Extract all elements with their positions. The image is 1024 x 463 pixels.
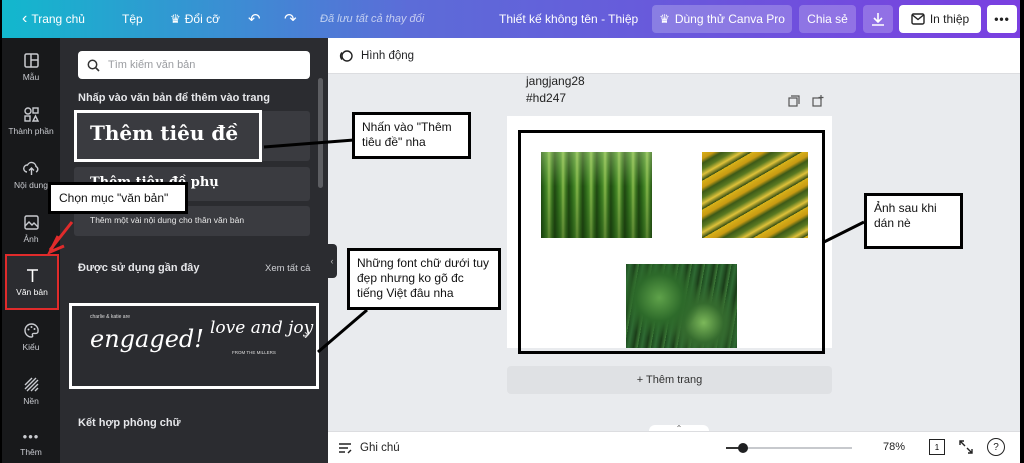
rail-label: Nội dung <box>13 180 49 190</box>
rail-item-styles[interactable]: Kiểu <box>2 308 60 366</box>
chevron-left-icon: ‹ <box>22 10 28 27</box>
page-count-button[interactable]: 1 <box>929 439 945 455</box>
bottom-bar: Ghi chú 78% 1 ? <box>328 431 1020 463</box>
photo-icon <box>23 215 39 230</box>
try-pro-label: Dùng thử Canva Pro <box>674 12 785 26</box>
share-button[interactable]: Chia sẻ <box>799 5 856 33</box>
print-envelope-icon <box>911 13 925 25</box>
animate-button[interactable]: Hình động <box>361 50 414 62</box>
callout-image-after: Ảnh sau khi dán nè <box>864 193 963 249</box>
print-button[interactable]: In thiệp <box>899 5 981 33</box>
notes-button[interactable]: Ghi chú <box>338 432 400 463</box>
rail-item-elements[interactable]: Thành phần <box>2 92 60 150</box>
duplicate-page-icon[interactable] <box>788 95 800 107</box>
heading-highlight-box <box>74 110 262 162</box>
home-link[interactable]: ‹ Trang chủ <box>22 0 85 38</box>
add-page-button[interactable]: + Thêm trang <box>507 366 832 394</box>
bamboo-forest-image[interactable] <box>541 152 652 238</box>
chevron-right-icon[interactable]: › <box>304 326 309 343</box>
click-to-add-title: Nhấp vào văn bản để thêm vào trang <box>78 92 270 104</box>
fullscreen-icon[interactable] <box>959 440 973 454</box>
upload-icon <box>22 161 38 175</box>
save-status: Đã lưu tất cả thay đổi <box>320 13 425 25</box>
rail-label: Thành phần <box>8 126 54 136</box>
rail-item-templates[interactable]: Mẫu <box>2 38 60 96</box>
font-combo-title: Kết hợp phông chữ <box>78 417 181 429</box>
add-page-icon[interactable] <box>812 95 824 107</box>
panel-scrollbar[interactable] <box>318 78 323 188</box>
jungle-image[interactable] <box>626 264 737 348</box>
autumn-hillside-image[interactable] <box>702 152 808 238</box>
file-label: Tệp <box>122 12 143 26</box>
combo-small-top: charlie & katie are <box>90 314 131 320</box>
share-label: Chia sẻ <box>807 12 848 26</box>
rail-label: Ảnh <box>23 234 39 244</box>
callout-choose-text: Chọn mục "văn bản" <box>48 182 188 214</box>
rail-item-more[interactable]: ••• Thêm <box>2 414 60 463</box>
design-title[interactable]: Thiết kế không tên - Thiệp <box>499 0 638 38</box>
sparkle-icon: ♛ <box>170 12 181 26</box>
page-meta: jangjang28 #hd247 <box>526 73 585 107</box>
rail-label: Nền <box>23 396 39 406</box>
help-button[interactable]: ? <box>987 438 1005 456</box>
home-label: Trang chủ <box>31 12 85 26</box>
redo-icon[interactable]: ↷ <box>284 0 297 38</box>
recent-title: Được sử dụng gần đây <box>78 262 200 274</box>
rail-item-text[interactable]: Văn bản <box>5 254 59 310</box>
search-input[interactable] <box>108 59 298 71</box>
more-icon: ••• <box>22 429 40 444</box>
undo-icon[interactable]: ↶ <box>248 0 261 38</box>
notes-label: Ghi chú <box>360 442 400 454</box>
template-icon <box>23 53 39 68</box>
zoom-slider[interactable] <box>726 443 852 453</box>
try-pro-button[interactable]: ♛ Dùng thử Canva Pro <box>652 5 792 33</box>
callout-fonts-note: Những font chữ dưới tuy đẹp nhưng ko gõ … <box>347 248 501 310</box>
canva-editor: ‹ Trang chủ Tệp ♛ Đổi cỡ ↶ ↷ Đã lưu tất … <box>2 0 1020 463</box>
combo-small-bottom: FROM THE MILLERS <box>232 350 276 355</box>
callout-click-heading: Nhấn vào "Thêm tiêu đề" nha <box>352 112 471 159</box>
download-button[interactable] <box>863 5 893 33</box>
bottom-icons: 1 ? <box>929 438 1005 456</box>
rail-label: Kiểu <box>22 342 40 352</box>
page-meta-line1: jangjang28 <box>526 74 585 88</box>
crown-icon: ♛ <box>659 12 670 26</box>
search-box[interactable] <box>78 51 310 79</box>
more-menu-button[interactable]: ••• <box>987 5 1017 33</box>
rail-label: Văn bản <box>16 287 48 297</box>
text-panel: Nhấp vào văn bản để thêm vào trang Thêm … <box>60 38 328 463</box>
print-label: In thiệp <box>929 12 970 26</box>
canvas-toolbar: Hình động <box>328 38 1020 74</box>
top-bar: ‹ Trang chủ Tệp ♛ Đổi cỡ ↶ ↷ Đã lưu tất … <box>2 0 1020 38</box>
download-icon <box>872 13 884 26</box>
text-icon <box>26 269 38 282</box>
file-menu[interactable]: Tệp <box>122 0 143 38</box>
combo-engaged: engaged! <box>90 325 204 353</box>
left-rail: Mẫu Thành phần Nội dung Ảnh Văn bản Kiểu… <box>2 38 60 463</box>
palette-icon <box>23 323 39 338</box>
zoom-knob[interactable] <box>738 443 749 453</box>
collapse-panel-button[interactable]: ‹ <box>327 244 337 278</box>
body-sample: Thêm một vài nội dung cho thân văn bản <box>90 215 245 225</box>
rail-label: Mẫu <box>22 72 40 82</box>
see-all-link[interactable]: Xem tất cả <box>265 263 310 274</box>
background-icon <box>24 377 38 392</box>
search-icon <box>87 59 100 72</box>
elements-icon <box>23 107 39 122</box>
resize-label: Đổi cỡ <box>184 12 220 26</box>
rail-item-background[interactable]: Nền <box>2 362 60 420</box>
zoom-level[interactable]: 78% <box>883 441 905 453</box>
rail-label: Thêm <box>20 447 42 457</box>
notes-icon <box>339 443 352 454</box>
page-tools <box>788 95 824 107</box>
page-meta-line2: #hd247 <box>526 91 567 105</box>
combo-love: love and joy <box>210 318 314 338</box>
animate-icon <box>339 49 353 62</box>
resize-button[interactable]: ♛ Đổi cỡ <box>170 0 220 38</box>
recent-font-combo-card[interactable]: charlie & katie are engaged! love and jo… <box>69 303 319 389</box>
